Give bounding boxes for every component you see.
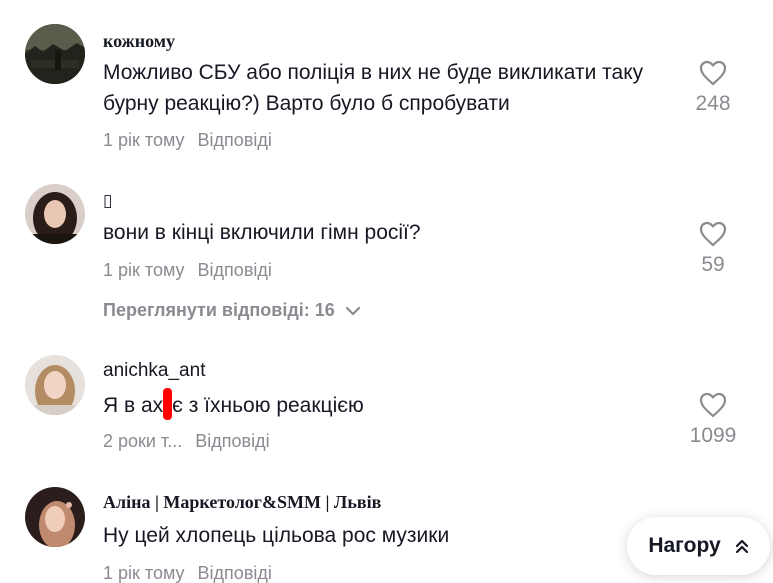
double-chevron-up-icon (735, 539, 748, 554)
comment-item: Аліна | Маркетолог&SMM | Львів Ну цей хл… (0, 0, 773, 583)
comment-text: Ну цей хлопець цільова рос музики (103, 524, 450, 547)
reply-button[interactable]: Відповіді (198, 563, 272, 583)
comments-panel: кожному Можливо СБУ або поліція в них не… (0, 0, 773, 583)
avatar[interactable] (25, 487, 85, 547)
back-to-top-button[interactable]: Нагору (627, 517, 770, 575)
comment-username[interactable]: Аліна | Маркетолог&SMM | Львів (103, 492, 381, 513)
comment-time: 1 рік тому (103, 563, 185, 583)
avatar-image (25, 487, 85, 547)
back-to-top-label: Нагору (648, 534, 721, 557)
comment-meta: 1 рік тому Відповіді (103, 563, 272, 583)
